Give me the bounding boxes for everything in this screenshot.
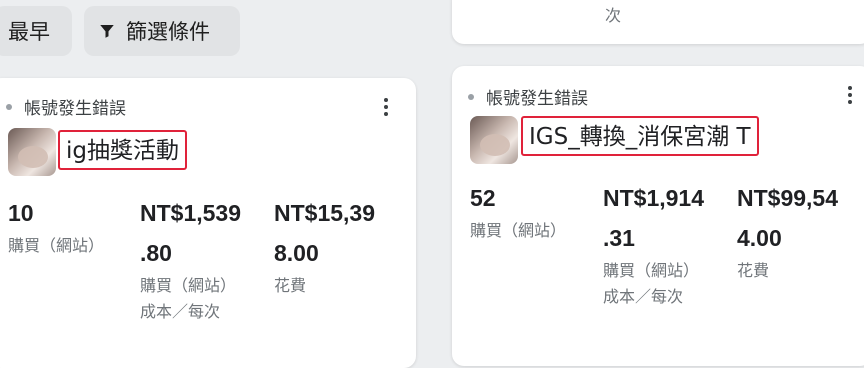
campaign-thumbnail <box>8 128 56 176</box>
campaign-card[interactable]: 帳號發生錯誤 ig抽獎活動 10 購買（網站） NT$1,539 .80 購買（… <box>0 78 416 368</box>
campaign-thumbnail <box>470 116 518 164</box>
metric-label-line2: 成本／每次 <box>603 287 684 306</box>
status-text: 帳號發生錯誤 <box>24 99 126 119</box>
metric-value: 10 <box>8 200 34 226</box>
metric-label-line1: 購買（網站） <box>140 276 237 295</box>
status-dot-icon <box>6 103 12 110</box>
metric-cost-per-purchase: NT$1,539 .80 購買（網站） 成本／每次 <box>140 193 241 325</box>
campaign-name[interactable]: IGS_轉換_消保宮潮 T <box>521 116 759 156</box>
campaign-card[interactable]: 帳號發生錯誤 IGS_轉換_消保宮潮 T 52 購買（網站） NT$1,914 … <box>452 66 864 366</box>
metric-value-line2: 4.00 <box>737 225 782 251</box>
filter-label: 篩選條件 <box>126 20 210 44</box>
metric-label: 購買（網站） <box>8 236 105 255</box>
status-indicator: 帳號發生錯誤 <box>6 94 126 119</box>
filter-chip[interactable]: 篩選條件 <box>84 6 240 56</box>
campaign-name[interactable]: ig抽獎活動 <box>58 130 187 170</box>
more-options-icon[interactable] <box>376 95 396 119</box>
metric-value-line2: .31 <box>603 225 635 251</box>
metric-label-line1: 購買（網站） <box>603 261 700 280</box>
previous-campaign-card: 次 <box>452 0 864 44</box>
metric-value-line1: NT$1,914 <box>603 185 705 211</box>
metric-value-line1: NT$1,539 <box>140 200 242 226</box>
filter-funnel-icon <box>100 25 114 38</box>
metric-purchases: 10 購買（網站） <box>8 193 104 259</box>
metric-value-line2: 8.00 <box>274 240 319 266</box>
status-text: 帳號發生錯誤 <box>486 89 588 109</box>
metric-cost-per-purchase: NT$1,914 .31 購買（網站） 成本／每次 <box>603 178 704 310</box>
metric-purchases: 52 購買（網站） <box>470 178 566 244</box>
metric-value: 52 <box>470 185 496 211</box>
sort-label: 最早 <box>8 20 50 44</box>
metric-spend: NT$15,39 8.00 花費 <box>274 193 375 299</box>
metric-label-line2: 成本／每次 <box>140 302 221 321</box>
metric-value-line1: NT$99,54 <box>737 185 839 211</box>
previous-card-text: 次 <box>605 6 622 25</box>
metric-value-line2: .80 <box>140 240 172 266</box>
metric-label: 花費 <box>737 261 770 280</box>
status-dot-icon <box>468 93 474 100</box>
metric-label: 購買（網站） <box>470 221 567 240</box>
metric-spend: NT$99,54 4.00 花費 <box>737 178 838 284</box>
sort-earliest-chip[interactable]: 最早 <box>0 6 72 56</box>
status-indicator: 帳號發生錯誤 <box>468 84 588 109</box>
more-options-icon[interactable] <box>840 83 860 107</box>
metric-value-line1: NT$15,39 <box>274 200 376 226</box>
metric-label: 花費 <box>274 276 307 295</box>
